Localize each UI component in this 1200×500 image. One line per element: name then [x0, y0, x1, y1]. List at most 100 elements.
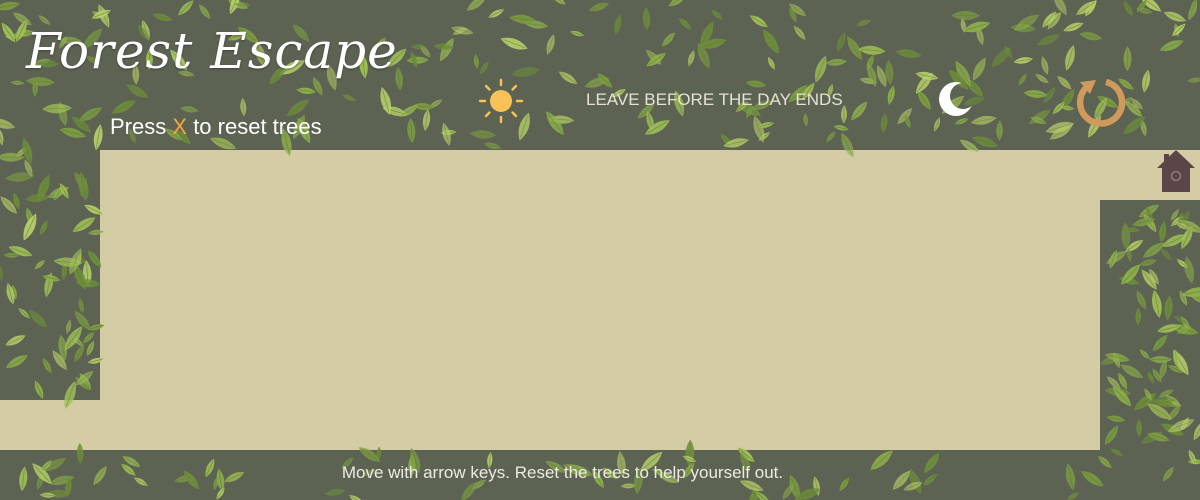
leaf — [1190, 0, 1197, 13]
leaf — [1168, 405, 1181, 421]
leaf — [1121, 222, 1131, 251]
leaf — [1035, 73, 1049, 84]
leaf — [687, 49, 695, 67]
leaf — [429, 99, 443, 108]
instructions-text: Move with arrow keys. Reset the trees to… — [341, 463, 784, 482]
leaf — [42, 103, 72, 114]
leaf — [10, 80, 25, 86]
leaf — [59, 183, 69, 199]
leaf — [1041, 56, 1049, 75]
leaf — [1173, 316, 1188, 324]
leaf — [1004, 45, 1013, 60]
house-icon — [1157, 150, 1195, 192]
leaf — [960, 17, 966, 33]
leaf — [1106, 415, 1126, 423]
leaf — [826, 131, 836, 143]
leaf — [296, 87, 316, 94]
leaf — [71, 257, 89, 264]
leaf — [23, 213, 37, 241]
leaf — [569, 30, 585, 37]
leaf — [904, 114, 911, 129]
leaf — [1047, 12, 1062, 30]
leaf — [466, 0, 487, 11]
leaf — [646, 111, 654, 132]
leaf — [324, 488, 346, 496]
leaf — [91, 11, 105, 19]
leaf — [216, 487, 225, 500]
leaf — [74, 172, 87, 191]
reset-hint: Press X to reset trees — [110, 114, 322, 140]
leaf — [1181, 417, 1189, 431]
leaf — [1104, 425, 1119, 446]
forest-path — [100, 150, 1100, 450]
leaf — [1163, 11, 1187, 22]
leaf — [1139, 349, 1150, 360]
leaf — [1136, 418, 1143, 438]
leaf — [1099, 355, 1121, 365]
leaf — [1159, 40, 1184, 51]
leaf — [915, 72, 933, 94]
reset-icon[interactable] — [1072, 74, 1128, 128]
leaf — [0, 118, 16, 129]
leaf — [971, 136, 999, 148]
leaf — [0, 263, 4, 281]
leaf — [199, 4, 211, 19]
leaf — [1136, 0, 1148, 12]
leaf — [28, 309, 48, 328]
leaf — [1161, 423, 1184, 436]
leaf — [1170, 324, 1199, 335]
leaf — [59, 127, 87, 138]
leaf — [1118, 372, 1128, 390]
leaf — [1152, 368, 1162, 383]
leaf — [1179, 220, 1200, 233]
leaf — [1151, 289, 1162, 318]
leaf — [1187, 77, 1200, 83]
game-title: Forest Escape — [26, 22, 398, 80]
leaf — [662, 32, 675, 47]
leaf — [78, 297, 84, 314]
leaf — [1042, 11, 1056, 28]
leaf — [833, 125, 849, 131]
leaf — [1147, 371, 1154, 384]
leaf — [53, 257, 83, 267]
leaf — [887, 85, 895, 105]
leaf — [3, 252, 19, 258]
leaf — [410, 51, 418, 68]
leaf — [442, 122, 451, 146]
leaf — [1104, 387, 1132, 397]
leaf — [1187, 459, 1200, 465]
leaf — [469, 130, 497, 139]
leaf — [814, 55, 827, 83]
leaf — [1140, 0, 1162, 12]
leaf — [1065, 45, 1075, 71]
leaf — [58, 101, 68, 127]
leaf — [1138, 204, 1160, 218]
leaf — [793, 25, 806, 40]
leaf — [1142, 69, 1151, 93]
leaf — [5, 335, 26, 346]
leaf — [546, 34, 555, 55]
leaf — [500, 37, 528, 50]
leaf — [488, 9, 505, 18]
hint-suffix: to reset trees — [193, 114, 322, 139]
leaf — [452, 28, 467, 35]
leaf — [1123, 46, 1132, 72]
leaf — [1045, 121, 1075, 134]
leaf — [548, 115, 575, 124]
leaf — [42, 274, 61, 282]
leaf — [0, 196, 18, 214]
leaf — [558, 71, 578, 84]
leaf — [22, 137, 33, 164]
leaf — [1180, 316, 1190, 330]
leaf — [4, 34, 21, 40]
leaf — [1139, 259, 1158, 267]
leaf — [1130, 97, 1144, 110]
leaf — [1124, 227, 1141, 233]
leaf — [1057, 75, 1072, 90]
leaf — [93, 124, 103, 151]
leaf — [645, 49, 662, 65]
leaf — [419, 44, 431, 58]
leaf — [406, 56, 429, 64]
leaf — [678, 18, 692, 30]
hint-prefix: Press — [110, 114, 167, 139]
